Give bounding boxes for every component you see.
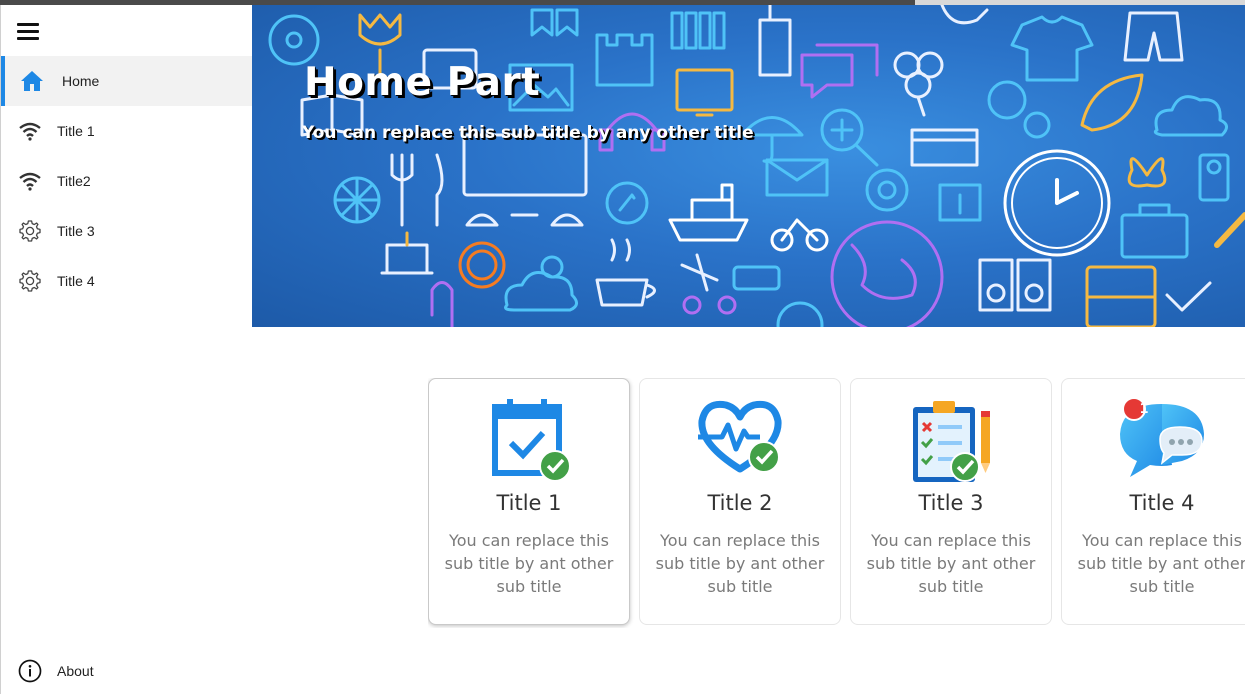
sidebar-item-home[interactable]: Home bbox=[1, 56, 253, 106]
heart-pulse-icon bbox=[698, 400, 782, 473]
wifi-icon bbox=[17, 168, 43, 194]
sidebar-item-title2[interactable]: Title2 bbox=[1, 156, 253, 206]
gear-icon bbox=[17, 218, 43, 244]
card-title-2[interactable]: Title 2 You can replace this sub title b… bbox=[639, 378, 841, 625]
card-subtitle: You can replace this sub title by ant ot… bbox=[1077, 531, 1245, 596]
gear-icon bbox=[17, 268, 43, 294]
card-subtitle: You can replace this sub title by ant ot… bbox=[444, 531, 614, 596]
calendar-check-icon bbox=[492, 399, 571, 482]
wifi-icon bbox=[17, 118, 43, 144]
notification-badge: 1 bbox=[1139, 402, 1149, 417]
card-title: Title 2 bbox=[707, 491, 773, 515]
card-title: Title 4 bbox=[1129, 491, 1195, 515]
sidebar-item-label: Title 4 bbox=[57, 273, 95, 289]
clipboard-checklist-icon bbox=[913, 401, 990, 482]
sidebar-item-title-1[interactable]: Title 1 bbox=[1, 106, 253, 156]
page-subtitle: You can replace this sub title by any ot… bbox=[302, 123, 754, 143]
card-title-4[interactable]: 1 Title 4 You can replace this sub title… bbox=[1061, 378, 1245, 625]
sidebar-item-about[interactable]: About bbox=[17, 658, 94, 684]
sidebar: Home Title 1 Title2 Title 3 Title 4 Abou… bbox=[0, 5, 253, 694]
card-title-1[interactable]: Title 1 You can replace this sub title b… bbox=[428, 378, 630, 625]
card-subtitle: You can replace this sub title by ant ot… bbox=[655, 531, 825, 596]
about-label: About bbox=[57, 663, 94, 679]
hero-banner: Home Part You can replace this sub title… bbox=[252, 5, 1245, 327]
cards-row: Title 1 You can replace this sub title b… bbox=[428, 378, 1245, 628]
card-title-3[interactable]: Title 3 You can replace this sub title b… bbox=[850, 378, 1052, 625]
sidebar-item-title-4[interactable]: Title 4 bbox=[1, 256, 253, 306]
sidebar-item-label: Title 1 bbox=[57, 123, 95, 139]
sidebar-item-label: Title 3 bbox=[57, 223, 95, 239]
chat-bubbles-icon bbox=[1120, 399, 1204, 477]
sidebar-nav: Home Title 1 Title2 Title 3 Title 4 bbox=[1, 56, 253, 306]
page-title: Home Part bbox=[304, 60, 541, 105]
hero-pattern-illustration bbox=[268, 5, 1245, 327]
info-icon bbox=[17, 658, 43, 684]
sidebar-item-title-3[interactable]: Title 3 bbox=[1, 206, 253, 256]
card-title: Title 3 bbox=[918, 491, 984, 515]
hamburger-menu-icon[interactable] bbox=[17, 23, 39, 41]
card-title: Title 1 bbox=[496, 491, 562, 515]
sidebar-item-label: Title2 bbox=[57, 173, 91, 189]
home-icon bbox=[19, 68, 45, 94]
sidebar-item-label: Home bbox=[62, 73, 100, 89]
card-subtitle: You can replace this sub title by ant ot… bbox=[866, 531, 1036, 596]
